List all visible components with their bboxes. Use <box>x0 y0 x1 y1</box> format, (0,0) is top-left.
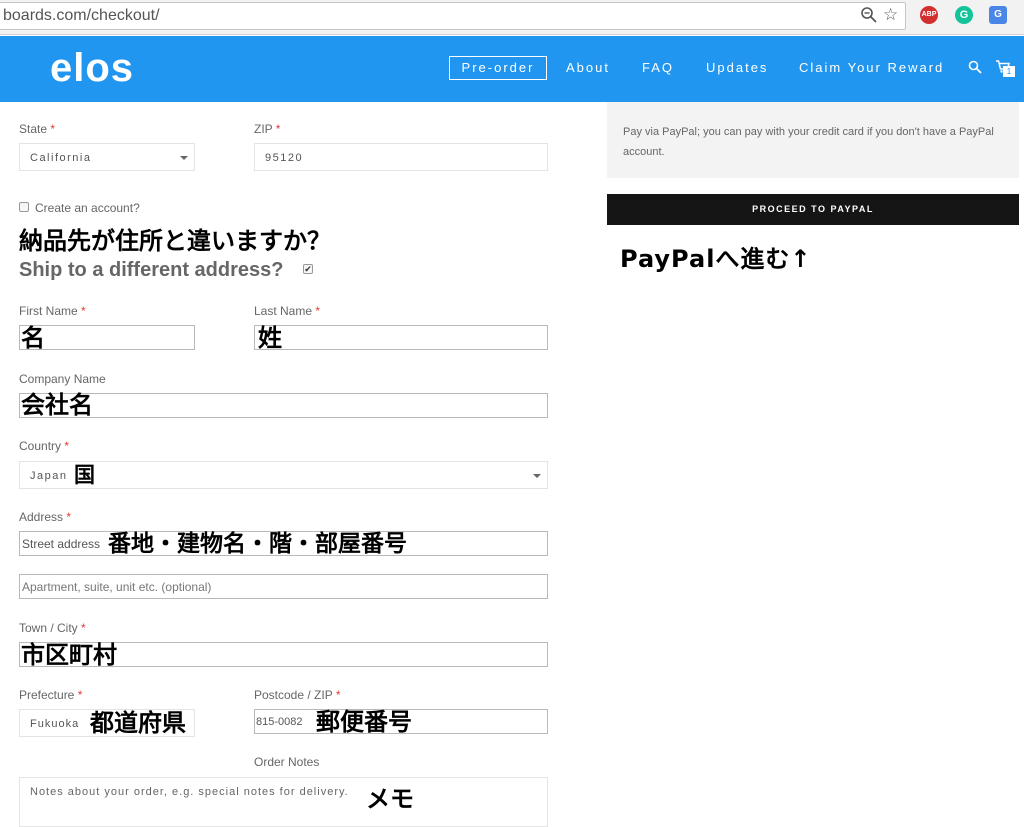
state-value: California <box>30 152 92 164</box>
zip-label: ZIP * <box>254 122 281 136</box>
paypal-description: Pay via PayPal; you can pay with your cr… <box>623 126 994 158</box>
last-name-label: Last Name * <box>254 304 321 318</box>
first-name-label: First Name * <box>19 304 86 318</box>
chevron-down-icon <box>180 156 188 160</box>
order-notes-label: Order Notes <box>254 755 320 769</box>
zip-value: 95120 <box>265 152 304 164</box>
address-bar[interactable]: boards.com/checkout/ <box>0 2 906 30</box>
star-icon[interactable]: ☆ <box>883 5 898 25</box>
nav-preorder[interactable]: Pre-order <box>449 56 547 80</box>
postcode-label: Postcode / ZIP * <box>254 688 341 702</box>
chevron-down-icon <box>533 474 541 478</box>
country-select[interactable]: Japan <box>19 461 548 489</box>
postcode-value: 815-0082 <box>256 716 303 728</box>
apartment-field[interactable]: Apartment, suite, unit etc. (optional) <box>19 574 548 599</box>
prefecture-label: Prefecture * <box>19 688 83 702</box>
translate-icon[interactable]: G <box>989 6 1007 24</box>
nav-claim-reward[interactable]: Claim Your Reward <box>799 60 944 76</box>
nav-faq[interactable]: FAQ <box>642 60 674 76</box>
city-annotation: 市区町村 <box>21 641 117 669</box>
address-annotation: 番地・建物名・階・部屋番号 <box>108 531 407 557</box>
ship-annotation: 納品先が住所と違いますか？ <box>19 227 331 255</box>
order-notes-placeholder: Notes about your order, e.g. special not… <box>30 786 349 798</box>
country-value: Japan <box>30 470 68 482</box>
nav-updates[interactable]: Updates <box>706 60 768 76</box>
ship-different-heading: Ship to a different address? <box>19 259 284 281</box>
zoom-icon[interactable] <box>860 6 878 29</box>
prefecture-value: Fukuoka <box>30 718 80 730</box>
country-annotation: 国 <box>74 463 95 487</box>
prefecture-annotation: 都道府県 <box>90 709 186 737</box>
first-name-annotation: 名 <box>21 324 45 352</box>
company-field[interactable] <box>19 393 548 418</box>
cart-count-badge: 1 <box>1003 66 1015 77</box>
apartment-placeholder: Apartment, suite, unit etc. (optional) <box>22 580 212 594</box>
paypal-annotation: PayPalへ進む↑ <box>620 245 812 273</box>
state-select[interactable]: California <box>19 143 195 171</box>
order-notes-annotation: メモ <box>366 785 414 813</box>
company-label: Company Name <box>19 372 106 386</box>
url-text: boards.com/checkout/ <box>3 7 160 24</box>
create-account-checkbox[interactable] <box>19 202 29 212</box>
city-label: Town / City * <box>19 621 86 635</box>
create-account-label: Create an account? <box>35 201 140 215</box>
street-address-placeholder: Street address <box>22 537 101 551</box>
nav-about[interactable]: About <box>566 60 610 76</box>
company-annotation: 会社名 <box>21 391 93 419</box>
last-name-annotation: 姓 <box>258 324 282 352</box>
search-icon[interactable] <box>968 60 982 79</box>
ship-different-checkbox[interactable]: ✔ <box>303 264 313 274</box>
grammarly-icon[interactable]: G <box>955 6 973 24</box>
state-label: State * <box>19 122 56 136</box>
adblock-icon[interactable]: ABP <box>920 6 938 24</box>
address-label: Address * <box>19 510 72 524</box>
country-label: Country * <box>19 439 70 453</box>
order-notes-textarea[interactable]: Notes about your order, e.g. special not… <box>19 777 548 827</box>
first-name-field[interactable] <box>19 325 195 350</box>
proceed-to-paypal-button[interactable]: PROCEED TO PAYPAL <box>607 194 1019 225</box>
zip-field[interactable]: 95120 <box>254 143 548 171</box>
last-name-field[interactable] <box>254 325 548 350</box>
postcode-annotation: 郵便番号 <box>316 708 412 736</box>
site-logo[interactable]: elos <box>50 44 134 92</box>
